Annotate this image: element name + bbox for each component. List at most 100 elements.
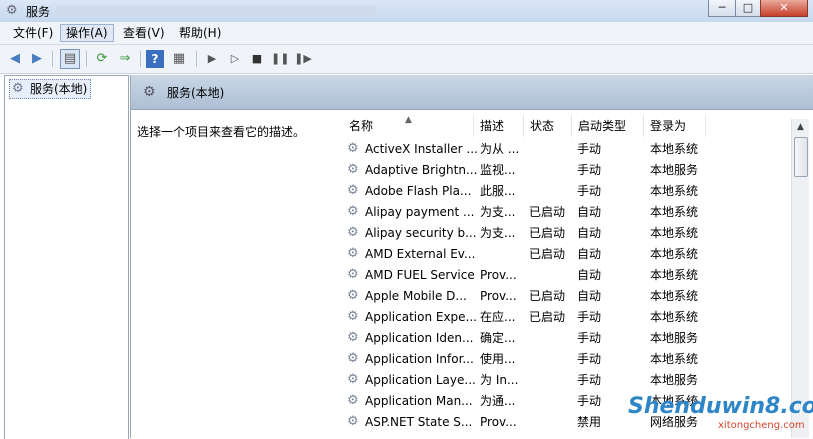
cell-status xyxy=(529,328,575,349)
cell-description: 为 In... xyxy=(480,373,519,387)
console-tree: ⚙ 服务(本地) xyxy=(4,75,129,439)
cell-description: 为支... xyxy=(480,205,516,219)
table-row[interactable]: ⚙ ActiveX Installer ... 为从 ... 手动 本地系统 xyxy=(343,139,803,160)
service-gear-icon: ⚙ xyxy=(347,246,359,261)
refresh-icon[interactable]: ⟳ xyxy=(93,50,111,68)
menu-action[interactable]: 操作(A) xyxy=(60,24,114,42)
cell-name: Application Iden... xyxy=(365,331,474,345)
cell-status: 已启动 xyxy=(529,247,566,261)
cell-description: 监视... xyxy=(480,163,516,177)
table-row[interactable]: ⚙ Adobe Flash Pla... 此服... 手动 本地系统 xyxy=(343,181,803,202)
column-header-name[interactable]: ▲ 名称 xyxy=(343,115,474,137)
cell-description: 确定... xyxy=(480,331,516,345)
column-header-startup-type[interactable]: 启动类型 xyxy=(572,115,644,137)
column-header-status[interactable]: 状态 xyxy=(524,115,572,137)
table-row[interactable]: ⚙ AMD FUEL Service Prov... 自动 本地系统 xyxy=(343,265,803,286)
back-arrow-icon[interactable]: ◀ xyxy=(6,50,24,68)
cell-status xyxy=(529,160,575,181)
show-console-tree-icon[interactable]: ▤ xyxy=(60,49,80,69)
start-service-icon[interactable]: ▶ xyxy=(203,50,221,68)
column-header-log-on-as[interactable]: 登录为 xyxy=(644,115,706,137)
watermark: Shenduwin8.com xitongcheng.com xyxy=(620,388,813,436)
cell-description: 为支... xyxy=(480,226,516,240)
cell-description: Prov... xyxy=(480,415,517,429)
cell-description: 为通... xyxy=(480,394,516,408)
cell-name: Application Expe... xyxy=(365,310,477,324)
cell-status xyxy=(529,265,575,286)
cell-status xyxy=(529,349,575,370)
cell-log-on-as: 本地系统 xyxy=(650,289,699,303)
scrollbar-thumb[interactable] xyxy=(794,137,808,177)
menu-view[interactable]: 查看(V) xyxy=(118,25,170,41)
maximize-button[interactable]: □ xyxy=(735,0,761,17)
minimize-button[interactable]: ─ xyxy=(708,0,736,17)
table-row[interactable]: ⚙ Application Expe... 在应... 已启动 手动 本地系统 xyxy=(343,307,803,328)
cell-startup-type: 手动 xyxy=(577,142,602,156)
export-list-icon[interactable]: ⇒ xyxy=(116,50,134,68)
restart-service-icon[interactable]: ❚▶ xyxy=(294,50,312,68)
toolbar-separator xyxy=(86,51,87,67)
start-service-alt-icon[interactable]: ▷ xyxy=(226,50,244,68)
cell-name: Application Infor... xyxy=(365,352,474,366)
service-gear-icon: ⚙ xyxy=(347,204,359,219)
cell-description: 为从 ... xyxy=(480,142,520,156)
cell-status: 已启动 xyxy=(529,205,566,219)
toolbar-separator xyxy=(196,51,197,67)
cell-name: Apple Mobile D... xyxy=(365,289,467,303)
service-gear-icon: ⚙ xyxy=(347,162,359,177)
table-row[interactable]: ⚙ Alipay payment ... 为支... 已启动 自动 本地系统 xyxy=(343,202,803,223)
forward-arrow-icon[interactable]: ▶ xyxy=(28,50,46,68)
pause-service-icon[interactable]: ❚❚ xyxy=(271,50,289,68)
cell-name: Alipay payment ... xyxy=(365,205,475,219)
stop-service-icon[interactable]: ■ xyxy=(248,50,266,68)
help-icon[interactable]: ? xyxy=(146,50,164,68)
cell-startup-type: 手动 xyxy=(577,163,602,177)
service-gear-icon: ⚙ xyxy=(347,288,359,303)
cell-log-on-as: 本地系统 xyxy=(650,268,699,282)
cell-log-on-as: 本地系统 xyxy=(650,352,699,366)
close-button[interactable]: ✕ xyxy=(760,0,808,17)
table-row[interactable]: ⚙ AMD External Ev... 已启动 自动 本地系统 xyxy=(343,244,803,265)
watermark-sub: xitongcheng.com xyxy=(718,420,805,431)
tree-item-services-local[interactable]: ⚙ 服务(本地) xyxy=(9,79,92,99)
cell-name: ActiveX Installer ... xyxy=(365,142,477,156)
cell-status xyxy=(529,181,575,202)
service-gear-icon: ⚙ xyxy=(347,267,359,282)
cell-name: Application Man... xyxy=(365,394,473,408)
table-row[interactable]: ⚙ Application Iden... 确定... 手动 本地服务 xyxy=(343,328,803,349)
cell-startup-type: 自动 xyxy=(577,289,602,303)
tree-item-label: 服务(本地) xyxy=(30,82,88,96)
cell-startup-type: 自动 xyxy=(577,226,602,240)
services-gear-icon: ⚙ xyxy=(12,81,24,96)
cell-log-on-as: 本地系统 xyxy=(650,310,699,324)
service-gear-icon: ⚙ xyxy=(347,372,359,387)
cell-name: Adobe Flash Pla... xyxy=(365,184,472,198)
cell-log-on-as: 本地系统 xyxy=(650,247,699,261)
cell-log-on-as: 本地系统 xyxy=(650,184,699,198)
table-row[interactable]: ⚙ Apple Mobile D... Prov... 已启动 自动 本地系统 xyxy=(343,286,803,307)
cell-startup-type: 自动 xyxy=(577,268,602,282)
menu-help[interactable]: 帮助(H) xyxy=(174,25,226,41)
cell-description: Prov... xyxy=(480,268,517,282)
cell-description: Prov... xyxy=(480,289,517,303)
cell-description: 使用... xyxy=(480,352,516,366)
column-header-description[interactable]: 描述 xyxy=(474,115,524,137)
cell-description xyxy=(480,244,526,265)
service-gear-icon: ⚙ xyxy=(347,183,359,198)
table-row[interactable]: ⚙ Application Infor... 使用... 手动 本地系统 xyxy=(343,349,803,370)
table-row[interactable]: ⚙ Alipay security b... 为支... 已启动 自动 本地系统 xyxy=(343,223,803,244)
cell-startup-type: 自动 xyxy=(577,205,602,219)
service-gear-icon: ⚙ xyxy=(347,351,359,366)
service-gear-icon: ⚙ xyxy=(347,414,359,429)
table-row[interactable]: ⚙ Adaptive Brightn... 监视... 手动 本地服务 xyxy=(343,160,803,181)
cell-log-on-as: 本地服务 xyxy=(650,331,699,345)
scroll-up-arrow-icon[interactable]: ▲ xyxy=(792,119,809,136)
service-gear-icon: ⚙ xyxy=(347,393,359,408)
cell-startup-type: 手动 xyxy=(577,331,602,345)
menu-file[interactable]: 文件(F) xyxy=(8,25,58,41)
cell-startup-type: 手动 xyxy=(577,352,602,366)
title-bar: ⚙ 服务 ─ □ ✕ xyxy=(0,0,813,22)
properties-icon[interactable]: ▦ xyxy=(170,50,188,68)
cell-log-on-as: 本地服务 xyxy=(650,163,699,177)
window-title: 服务 xyxy=(26,5,51,19)
